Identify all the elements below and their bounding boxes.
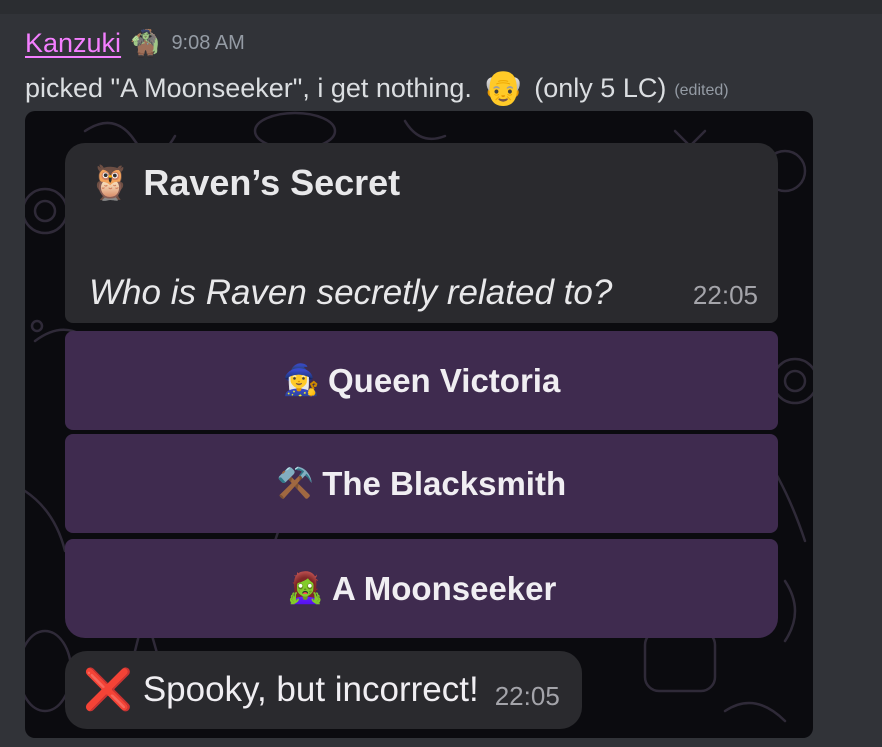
option-label: Queen Victoria — [328, 361, 561, 399]
username[interactable]: Kanzuki — [25, 28, 121, 59]
edited-label: (edited) — [674, 82, 729, 99]
option-label: The Blacksmith — [322, 464, 567, 502]
poll-option-the-blacksmith[interactable]: ⚒️ The Blacksmith — [65, 434, 778, 533]
witch-icon: 🧙‍♀️ — [282, 363, 321, 397]
result-time: 22:05 — [494, 680, 560, 711]
result-text: Spooky, but incorrect! — [142, 670, 479, 709]
poll-title: 🦉 Raven’s Secret — [89, 162, 401, 203]
screenshot-attachment[interactable]: 🦉 Raven’s Secret Who is Raven secretly r… — [25, 111, 813, 738]
poll-option-a-moonseeker[interactable]: 🧟‍♀️ A Moonseeker — [65, 539, 778, 638]
troll-emoji-icon: 🧌 — [129, 28, 162, 58]
poll-option-queen-victoria[interactable]: 🧙‍♀️ Queen Victoria — [65, 331, 778, 430]
old-man-emoji-icon: 👴 — [481, 69, 525, 107]
poll-title-text: Raven’s Secret — [143, 162, 401, 203]
zombie-icon: 🧟‍♀️ — [286, 571, 324, 605]
message-header: Kanzuki 🧌 9:08 AM — [25, 26, 245, 60]
result-message: ❌ Spooky, but incorrect! 22:05 — [65, 651, 582, 729]
message-content: picked "A Moonseeker", i get nothing. 👴 … — [25, 68, 729, 108]
poll-time: 22:05 — [692, 280, 758, 310]
cross-mark-icon: ❌ — [83, 668, 133, 712]
poll-card: 🦉 Raven’s Secret Who is Raven secretly r… — [65, 143, 778, 323]
owl-icon: 🦉 — [89, 164, 132, 202]
option-label: A Moonseeker — [332, 569, 557, 607]
hammer-pick-icon: ⚒️ — [276, 466, 315, 500]
top-bar — [0, 0, 882, 14]
message-text: picked "A Moonseeker", i get nothing. — [25, 72, 472, 103]
poll-question: Who is Raven secretly related to? — [89, 273, 613, 312]
message-timestamp: 9:08 AM — [171, 31, 245, 54]
chat-message: Kanzuki 🧌 9:08 AM picked "A Moonseeker",… — [0, 14, 882, 747]
message-suffix-text: (only 5 LC) — [534, 72, 667, 103]
